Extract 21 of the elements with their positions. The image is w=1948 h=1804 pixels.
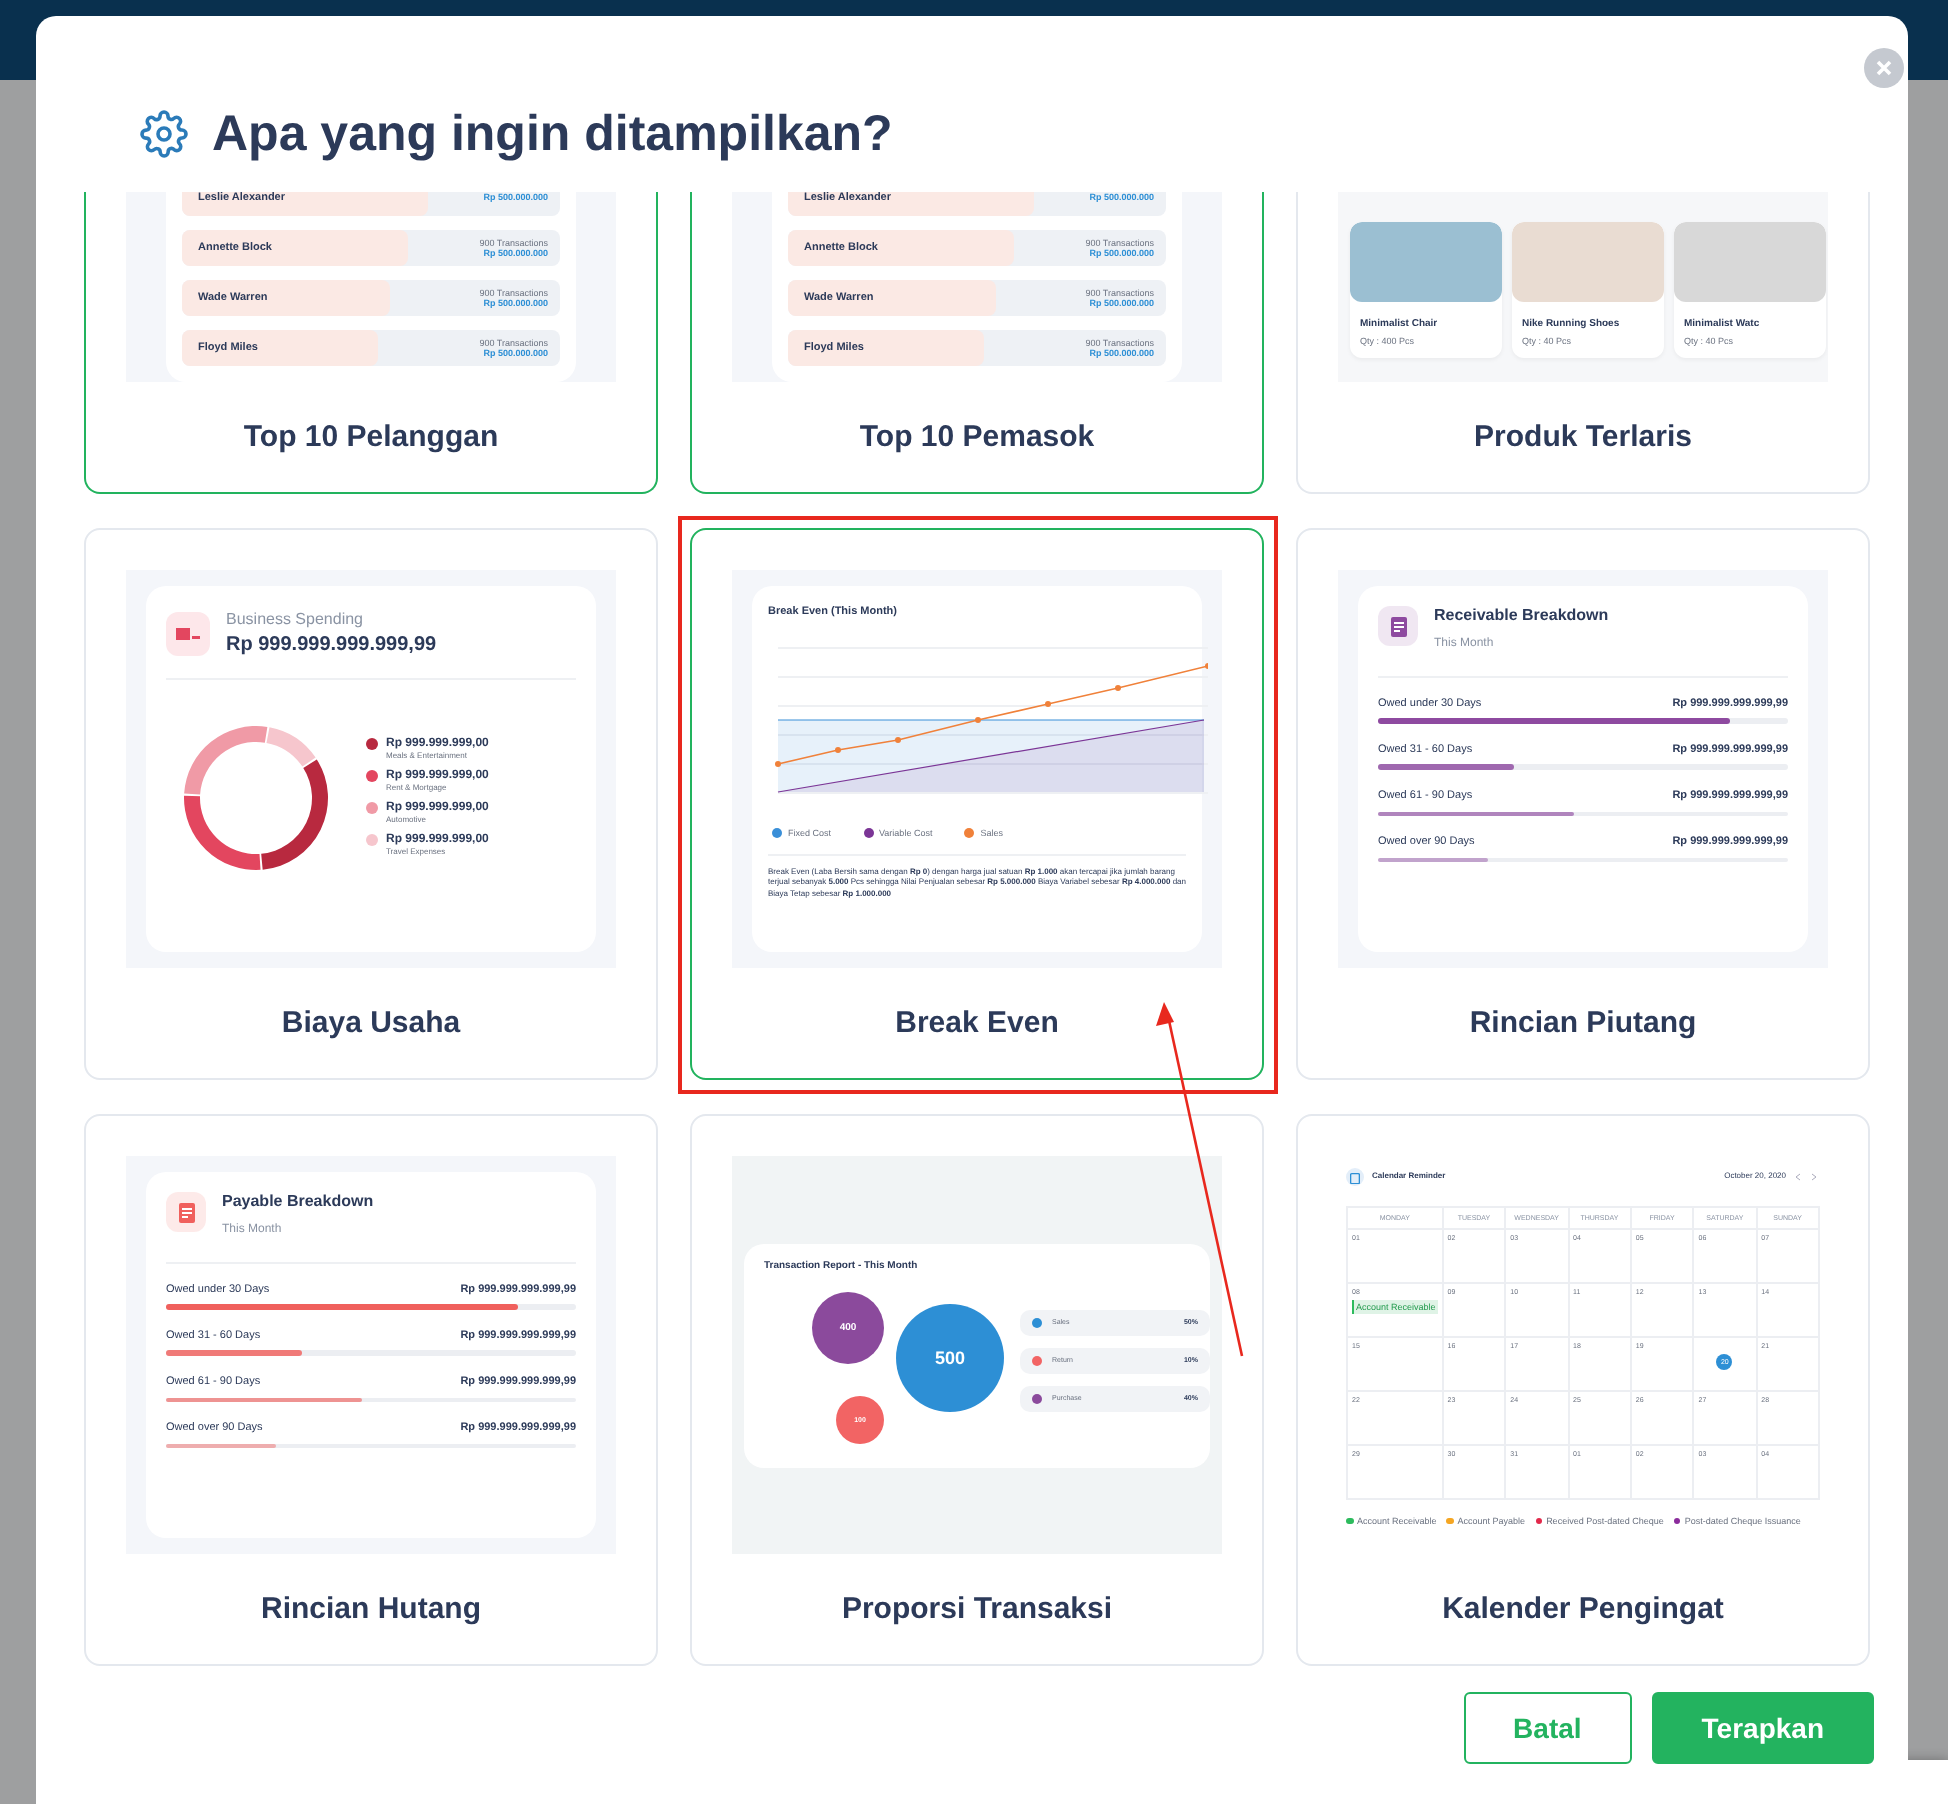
card-title: Rincian Piutang <box>1469 1003 1697 1043</box>
close-button[interactable] <box>1864 48 1904 88</box>
breakdown-heading: Receivable Breakdown <box>1434 606 1609 626</box>
calendar-icon <box>1350 1171 1360 1183</box>
settings-icon <box>140 110 188 158</box>
card-title: Biaya Usaha <box>281 1003 461 1043</box>
data-bubble: 500 <box>896 1303 1004 1411</box>
breakdown-heading: Payable Breakdown <box>222 1192 374 1212</box>
dialog-title: Apa yang ingin ditampilkan? <box>212 105 893 163</box>
card-title: Produk Terlaris <box>1474 417 1692 457</box>
money-icon <box>166 611 210 656</box>
spending-heading: Business Spending <box>226 610 365 630</box>
card-title: Top 10 Pemasok <box>859 417 1095 457</box>
card-title: Top 10 Pelanggan <box>243 417 499 457</box>
card-title: Break Even <box>895 1003 1059 1043</box>
close-icon <box>1876 60 1892 76</box>
pagination-arrows-icon <box>1792 1172 1820 1182</box>
card-title: Proporsi Transaksi <box>841 1589 1113 1629</box>
card-title: Rincian Hutang <box>260 1589 481 1629</box>
spending-total: Rp 999.999.999.999,99 <box>226 633 437 658</box>
card-title: Kalender Pengingat <box>1442 1589 1724 1629</box>
